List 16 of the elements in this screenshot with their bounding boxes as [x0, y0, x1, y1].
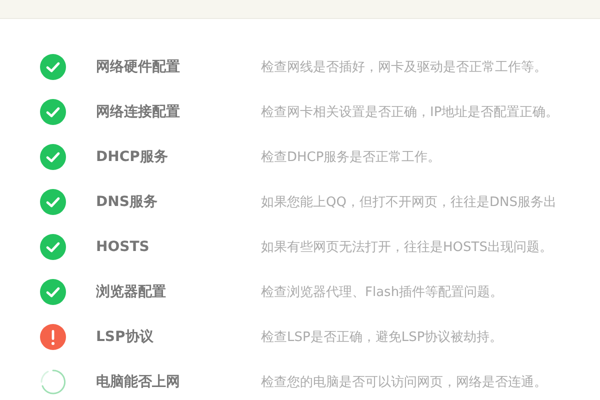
- check-description: 检查网卡相关设置是否正确，IP地址是否配置正确。: [261, 104, 559, 121]
- check-name: DNS服务: [96, 193, 158, 211]
- check-name: DHCP服务: [96, 148, 169, 166]
- check-name: 网络硬件配置: [96, 58, 181, 76]
- check-description: 检查LSP是否正确，避免LSP协议被劫持。: [261, 329, 503, 346]
- check-description: 检查您的电脑是否可以访问网页，网络是否连通。: [261, 374, 547, 391]
- check-name: LSP协议: [96, 328, 154, 346]
- check-description: 如果您能上QQ，但打不开网页，往往是DNS服务出: [261, 194, 556, 211]
- check-description: 检查网线是否插好，网卡及驱动是否正常工作等。: [261, 59, 547, 76]
- check-description: 如果有些网页无法打开，往往是HOSTS出现问题。: [261, 239, 552, 256]
- check-name: 浏览器配置: [96, 283, 167, 301]
- check-name: 电脑能否上网: [96, 373, 181, 391]
- check-name: HOSTS: [96, 239, 150, 255]
- check-description: 检查DHCP服务是否正常工作。: [261, 149, 441, 166]
- check-name: 网络连接配置: [96, 103, 181, 121]
- check-description: 检查浏览器代理、Flash插件等配置问题。: [261, 284, 504, 301]
